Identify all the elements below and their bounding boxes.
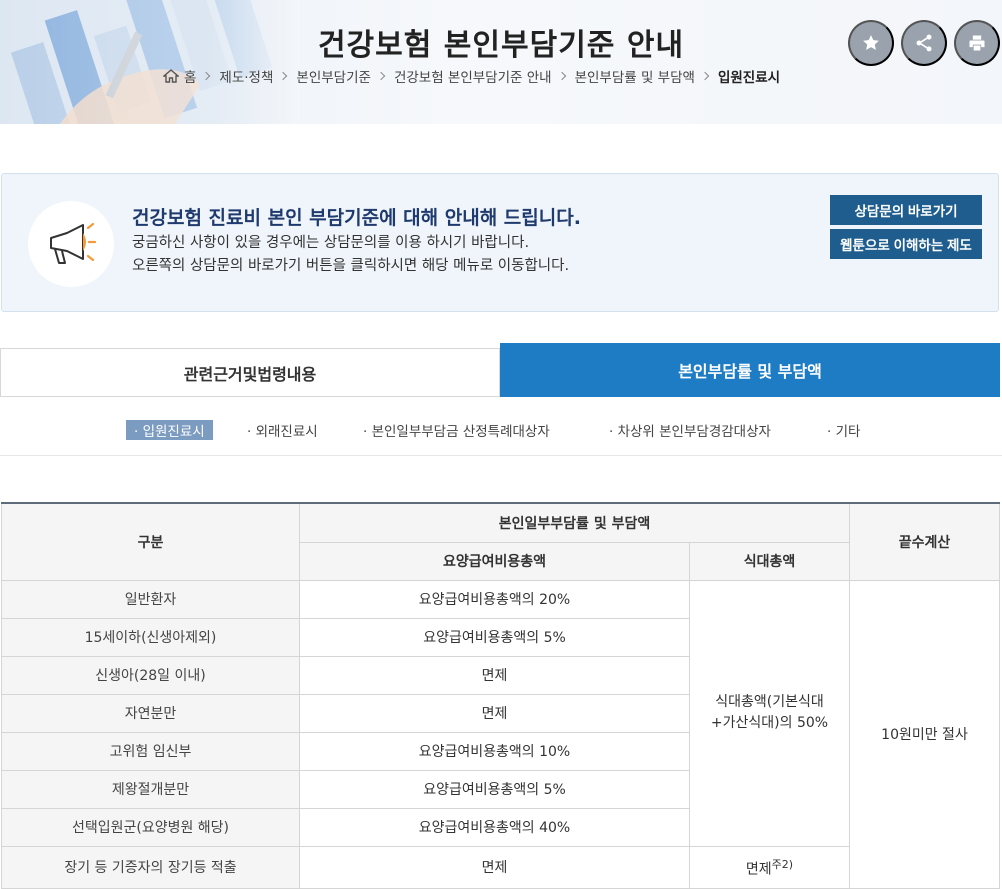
home-icon [163, 69, 179, 83]
share-button[interactable] [901, 20, 947, 66]
subtab-other[interactable]: · 기타 [827, 420, 860, 440]
row-label: 제왕절개분만 [1, 769, 300, 809]
subtab-special-case[interactable]: · 본인일부부담금 산정특례대상자 [363, 420, 550, 440]
notice-title: 건강보험 진료비 본인 부담기준에 대해 안내해 드립니다. [132, 207, 581, 229]
breadcrumb-current: 입원진료시 [717, 70, 781, 86]
header-meal-total: 식대총액 [689, 541, 850, 581]
favorite-button[interactable] [848, 20, 894, 66]
row-label: 고위험 임신부 [1, 731, 300, 771]
footnote-marker: 주2) [771, 857, 794, 871]
star-icon [863, 35, 879, 50]
row-medical-rate: 요양급여비용총액의 10% [299, 731, 690, 771]
chevron-right-icon [376, 71, 386, 81]
chevron-right-icon [700, 71, 710, 81]
print-button[interactable] [954, 20, 1000, 66]
header-copay-group: 본인일부부담률 및 부담액 [299, 502, 850, 543]
row-label: 선택입원군(요양병원 해당) [1, 807, 300, 847]
table-row: 일반환자 요양급여비용총액의 20% 식대총액(기본식대+가산식대)의 50% … [1, 579, 1000, 889]
breadcrumb-home-label: 홈 [184, 70, 197, 86]
inpatient-copay-table: 구분 본인일부부담률 및 부담액 끝수계산 요양급여비용총액 식대총액 일반환자… [1, 502, 1000, 889]
header-category: 구분 [1, 502, 300, 581]
megaphone-badge [28, 201, 114, 287]
subtab-bar: · 입원진료시 · 외래진료시 · 본인일부부담금 산정특례대상자 · 차상위 … [0, 420, 1002, 442]
subtab-outpatient[interactable]: · 외래진료시 [247, 420, 318, 440]
row-medical-rate: 요양급여비용총액의 40% [299, 807, 690, 847]
tab-legal-basis[interactable]: 관련근거및법령내용 [0, 348, 500, 397]
webtoon-guide-button[interactable]: 웹툰으로 이해하는 제도 [830, 229, 982, 259]
row-medical-rate: 요양급여비용총액의 5% [299, 617, 690, 657]
breadcrumb: 홈 제도·정책 본인부담기준 건강보험 본인부담기준 안내 본인부담률 및 부담… [163, 66, 781, 86]
row-medical-rate: 요양급여비용총액의 5% [299, 769, 690, 809]
breadcrumb-copay-rate[interactable]: 본인부담률 및 부담액 [575, 66, 695, 86]
breadcrumb-policy[interactable]: 제도·정책 [219, 66, 273, 86]
chevron-right-icon [557, 71, 566, 81]
breadcrumb-health-insurance-guide[interactable]: 건강보험 본인부담기준 안내 [394, 66, 552, 86]
chevron-right-icon [279, 71, 288, 81]
meal-rate-cell: 식대총액(기본식대+가산식대)의 50% [689, 579, 850, 847]
row-label: 15세이하(신생아제외) [1, 617, 300, 657]
print-icon [969, 35, 985, 51]
notice-text-line-2: 오른쪽의 상담문의 바로가기 버튼을 클릭하시면 해당 메뉴로 이동합니다. [132, 258, 570, 274]
chevron-right-icon [202, 71, 211, 81]
subtab-near-poverty[interactable]: · 차상위 본인부담경감대상자 [609, 420, 771, 440]
consultation-shortcut-button[interactable]: 상담문의 바로가기 [830, 195, 982, 225]
header-rounding: 끝수계산 [849, 502, 1000, 581]
row-label: 신생아(28일 이내) [1, 655, 300, 695]
notice-box: 건강보험 진료비 본인 부담기준에 대해 안내해 드립니다. 궁금하신 사항이 … [1, 173, 999, 312]
subtab-divider [0, 455, 1002, 456]
subtab-inpatient[interactable]: · 입원진료시 [126, 420, 213, 440]
header-banner: 건강보험 본인부담기준 안내 홈 제도·정책 본인부담기준 건강보험 본인부담기… [0, 0, 1002, 124]
row-medical-rate: 요양급여비용총액의 20% [299, 579, 690, 619]
header-medical-total: 요양급여비용총액 [299, 541, 690, 581]
row-label: 장기 등 기증자의 장기등 적출 [1, 845, 300, 889]
megaphone-icon [50, 222, 97, 264]
row-medical-rate: 면제 [299, 845, 690, 889]
row-medical-rate: 면제 [299, 655, 690, 695]
row-label: 일반환자 [1, 579, 300, 619]
breadcrumb-home[interactable]: 홈 [163, 66, 196, 86]
tab-copay-rate[interactable]: 본인부담률 및 부담액 [500, 343, 1000, 397]
share-icon [916, 34, 932, 52]
meal-exempt-cell: 면제주2) [689, 845, 850, 889]
row-medical-rate: 면제 [299, 693, 690, 733]
meal-exempt-text: 면제 [745, 861, 772, 878]
breadcrumb-copay-standard[interactable]: 본인부담기준 [296, 66, 371, 86]
meal-rate-text: 식대총액(기본식대+가산식대)의 50% [710, 694, 829, 731]
row-label: 자연분만 [1, 693, 300, 733]
notice-text-line-1: 궁금하신 사항이 있을 경우에는 상담문의를 이용 하시기 바랍니다. [132, 235, 530, 251]
rounding-cell: 10원미만 절사 [849, 579, 1000, 889]
